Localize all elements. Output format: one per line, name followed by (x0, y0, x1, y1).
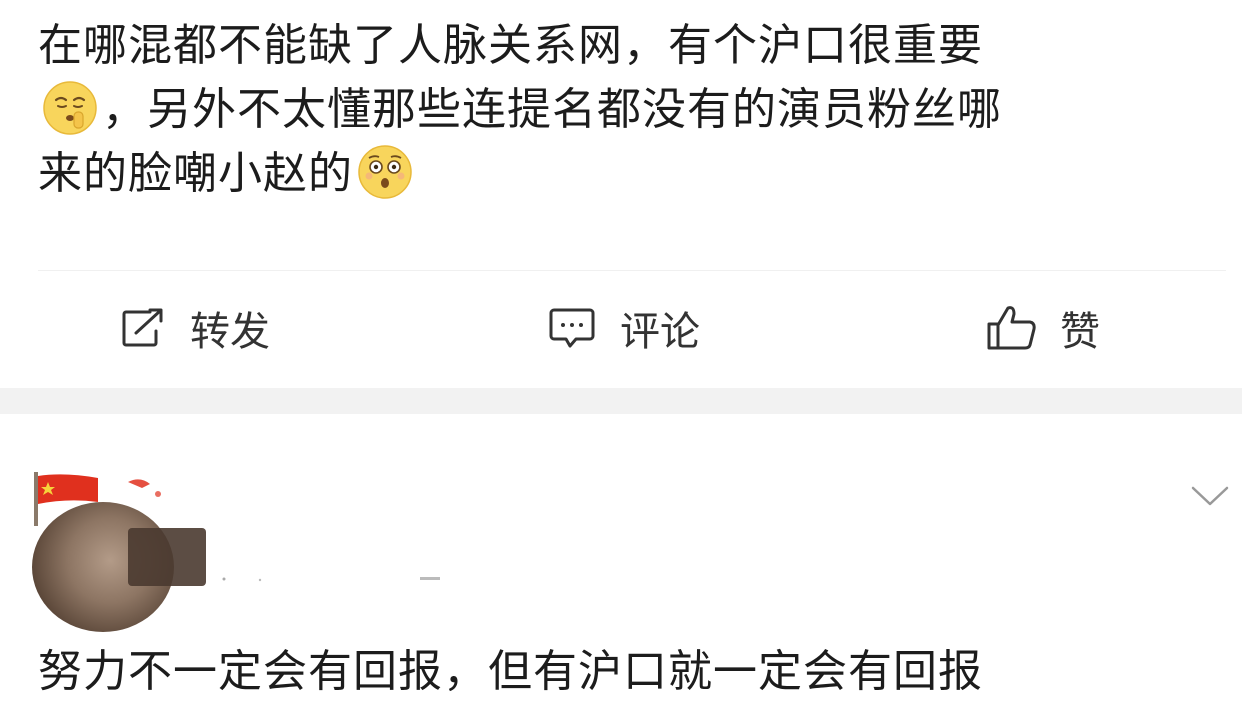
username-redaction (222, 577, 440, 582)
post-text-line-2: ，另外不太懂那些连提名都没有的演员粉丝哪 (102, 84, 1002, 135)
post-text-line-3: 来的脸嘲小赵的 (38, 148, 353, 199)
shush-emoji-icon (42, 80, 98, 136)
post-actions-bar: 转发 评论 赞 (0, 292, 1242, 364)
repost-label: 转发 (190, 309, 270, 355)
china-flag-icon (34, 472, 161, 526)
like-button[interactable]: 赞 (986, 292, 1100, 364)
post-card: 在哪混都不能缺了人脉关系网，有个沪口很重要 ，另外不太懂那些连提名都没有的演员粉… (0, 0, 1242, 388)
thumbs-up-icon (987, 306, 1036, 350)
repost-button[interactable]: 转发 (120, 292, 270, 364)
comment-card: 努力不一定会有回报，但有沪口就一定会有回报 (0, 414, 1242, 697)
chevron-down-icon[interactable] (1190, 484, 1230, 514)
comment-label: 评论 (620, 309, 700, 355)
repost-icon (122, 308, 163, 347)
commenter-avatar-wrap[interactable] (32, 442, 212, 632)
post-text-line-3-wrap: 来的脸嘲小赵的 (38, 142, 1208, 206)
post-divider (38, 270, 1226, 271)
shocked-emoji-icon (357, 144, 413, 200)
post-text-line-1: 在哪混都不能缺了人脉关系网，有个沪口很重要 (38, 20, 983, 71)
comment-button[interactable]: 评论 (548, 292, 700, 364)
comment-text: 努力不一定会有回报，但有沪口就一定会有回报 (38, 646, 983, 697)
like-label: 赞 (1060, 309, 1100, 355)
post-text-line-2-wrap: ，另外不太懂那些连提名都没有的演员粉丝哪 (38, 78, 1208, 142)
post-text: 在哪混都不能缺了人脉关系网，有个沪口很重要 ，另外不太懂那些连提名都没有的演员粉… (38, 14, 1208, 206)
avatar-redaction (128, 528, 206, 586)
section-separator (0, 388, 1242, 414)
comment-icon (549, 308, 595, 348)
